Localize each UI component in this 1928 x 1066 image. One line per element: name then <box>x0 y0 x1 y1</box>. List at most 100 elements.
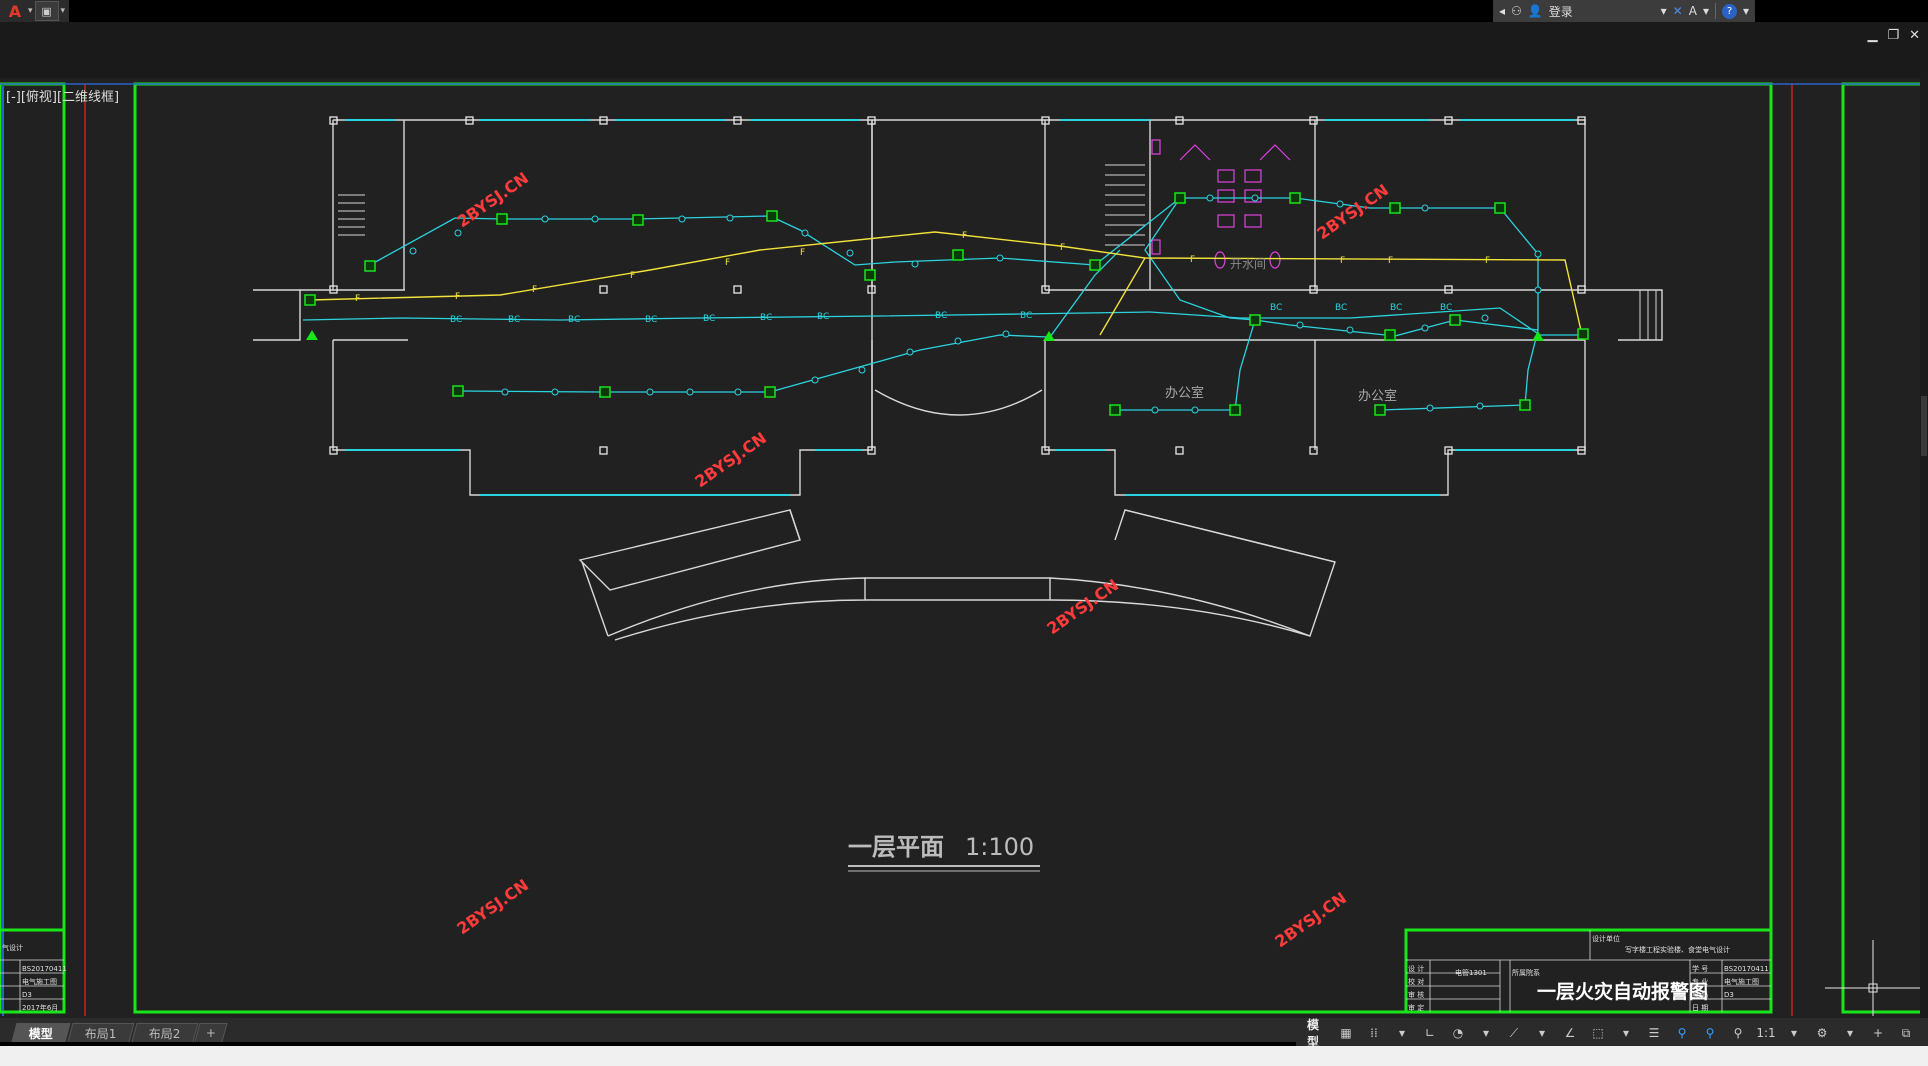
watermark: 2BYSJ.CN <box>453 875 532 938</box>
arrow-left-icon[interactable]: ◂ <box>1499 4 1505 18</box>
model-space-button[interactable]: 模型 <box>1302 1018 1330 1049</box>
login-dropdown-icon[interactable]: ▾ <box>1661 4 1667 18</box>
svg-text:F: F <box>1190 255 1195 265</box>
save-button[interactable]: ▣ <box>34 1 59 21</box>
svg-text:D3: D3 <box>22 991 32 999</box>
annotation-scale-icon[interactable]: ⚲ <box>1726 1023 1750 1043</box>
plus-icon[interactable]: + <box>1866 1023 1890 1043</box>
ortho-icon[interactable]: ∟ <box>1418 1023 1442 1043</box>
auto-scale-icon[interactable]: ⚲ <box>1698 1023 1722 1043</box>
tab-layout2[interactable]: 布局2 <box>131 1023 198 1042</box>
binoculars-icon[interactable]: ⚇ <box>1511 4 1522 18</box>
tab-layout1[interactable]: 布局1 <box>67 1023 135 1042</box>
svg-text:F: F <box>1060 243 1065 253</box>
vertical-scrollbar[interactable] <box>1920 78 1928 1018</box>
chevron-down-icon[interactable]: ▾ <box>28 6 33 16</box>
svg-text:BC: BC <box>1440 303 1452 313</box>
svg-text:F: F <box>1388 256 1393 266</box>
drawing-title: 一层火灾自动报警图 <box>1537 980 1708 1003</box>
drawing-window-controls: ▁ ❐ ✕ <box>1867 28 1928 43</box>
title-block-right: 设计单位 写字楼工程实验楼、食堂电气设计 设 计 校 对 审 核 审 定 电管1… <box>1404 928 1773 1014</box>
floor-plan-drawing[interactable]: F F F F F F F F F F F F BC BC BC BC BC B… <box>0 78 1928 1018</box>
right-sheet-frame <box>1841 82 1927 1014</box>
svg-text:BC: BC <box>760 313 772 323</box>
svg-text:BC: BC <box>935 311 947 321</box>
chevron-down-icon[interactable]: ▾ <box>1782 1023 1806 1043</box>
watermark: 2BYSJ.CN <box>1043 575 1122 638</box>
tb-school: 所属院系 <box>1512 968 1540 977</box>
svg-text:电气施工图: 电气施工图 <box>22 977 57 986</box>
svg-text:日 期: 日 期 <box>1692 1004 1708 1012</box>
application-menu-button[interactable]: A <box>4 1 26 21</box>
bc-labels: BC BC BC BC BC BC BC BC BC BC BC BC BC <box>450 303 1452 325</box>
snap-icon[interactable]: ⁞⁞ <box>1362 1023 1386 1043</box>
svg-text:BC: BC <box>1335 303 1347 313</box>
separator <box>1714 3 1716 19</box>
add-layout-button[interactable]: + <box>194 1023 228 1042</box>
drawing-canvas[interactable]: F F F F F F F F F F F F BC BC BC BC BC B… <box>0 78 1928 1018</box>
workspace-gear-icon[interactable]: ⚙ <box>1810 1023 1834 1043</box>
autodesk-a360-icon[interactable]: A <box>1689 4 1697 18</box>
status-bar: 模型 ▦ ⁞⁞ ▾ ∟ ◔ ▾ ⟋ ▾ ∠ ⬚ ▾ ☰ ⚲ ⚲ ⚲ 1:1 ▾ … <box>1296 1018 1928 1049</box>
object-snap-icon[interactable]: ⬚ <box>1586 1023 1610 1043</box>
svg-text:F: F <box>532 285 537 295</box>
quick-access-dropdown[interactable]: ▾ <box>61 6 66 16</box>
tb-project-name: 写字楼工程实验楼、食堂电气设计 <box>1625 945 1730 954</box>
chevron-down-icon[interactable]: ▾ <box>1530 1023 1554 1043</box>
ribbon-area <box>0 22 1928 78</box>
chevron-down-icon[interactable]: ▾ <box>1474 1023 1498 1043</box>
exchange-apps-icon[interactable]: ✕ <box>1673 4 1683 18</box>
tab-model[interactable]: 模型 <box>11 1023 71 1042</box>
svg-text:F: F <box>1340 256 1345 266</box>
help-icon[interactable]: ? <box>1721 3 1737 19</box>
command-line-area[interactable] <box>0 1046 1928 1066</box>
svg-text:BS20170411: BS20170411 <box>1724 965 1769 973</box>
login-button[interactable]: 登录 <box>1549 3 1573 20</box>
chevron-down-icon[interactable]: ▾ <box>1614 1023 1638 1043</box>
scrollbar-thumb[interactable] <box>1921 396 1927 456</box>
svg-text:BC: BC <box>1390 303 1402 313</box>
viewport-controls-label[interactable]: [-][俯视][二维线框] <box>6 86 119 105</box>
watermark: 2BYSJ.CN <box>1271 888 1350 951</box>
a360-dropdown-icon[interactable]: ▾ <box>1703 4 1709 18</box>
svg-text:BC: BC <box>508 315 520 325</box>
help-dropdown-icon[interactable]: ▾ <box>1743 4 1749 18</box>
isolate-objects-icon[interactable]: ◉ <box>1922 1023 1928 1043</box>
main-sheet-frame <box>133 82 1773 1014</box>
svg-text:BC: BC <box>703 314 715 324</box>
tb-class: 电管1301 <box>1455 968 1487 977</box>
autocad-logo-icon: A <box>8 1 22 21</box>
svg-text:F: F <box>455 292 460 302</box>
svg-text:D3: D3 <box>1724 991 1734 999</box>
restore-icon[interactable]: ❐ <box>1887 28 1899 43</box>
svg-text:F: F <box>1485 256 1490 266</box>
title-block-left: 气设计 BS20170411 电气施工图 D3 2017年6月 <box>0 928 67 1012</box>
polar-icon[interactable]: ◔ <box>1446 1023 1470 1043</box>
minimize-icon[interactable]: ▁ <box>1867 28 1877 43</box>
building-walls <box>253 119 1663 641</box>
object-snap-tracking-icon[interactable]: ∠ <box>1558 1023 1582 1043</box>
isodraft-icon[interactable]: ⟋ <box>1502 1023 1526 1043</box>
module-points <box>409 194 1542 414</box>
svg-text:审 定: 审 定 <box>1408 1003 1424 1012</box>
svg-text:校 对: 校 对 <box>1408 977 1424 986</box>
grid-icon[interactable]: ▦ <box>1334 1023 1358 1043</box>
annotation-scale-value[interactable]: 1:1 <box>1754 1023 1778 1043</box>
svg-text:学 号: 学 号 <box>1692 964 1708 973</box>
units-icon[interactable]: ⧉ <box>1894 1023 1918 1043</box>
chevron-down-icon[interactable]: ▾ <box>1838 1023 1862 1043</box>
svg-text:F: F <box>630 271 635 281</box>
lineweight-icon[interactable]: ☰ <box>1642 1023 1666 1043</box>
chevron-down-icon[interactable]: ▾ <box>1390 1023 1414 1043</box>
svg-text:BC: BC <box>645 315 657 325</box>
close-icon[interactable]: ✕ <box>1909 28 1920 43</box>
infocenter-bar: ◂ ⚇ 👤 登录 ▾ ✕ A ▾ ? ▾ <box>1493 0 1755 22</box>
svg-text:BC: BC <box>1270 303 1282 313</box>
plan-title: 一层平面 <box>848 833 944 861</box>
svg-text:2017年6月: 2017年6月 <box>22 1003 58 1012</box>
svg-text:气设计: 气设计 <box>2 943 23 952</box>
tb-design-label: 设计单位 <box>1592 934 1620 943</box>
room-label-office-1: 办公室 <box>1165 385 1204 401</box>
annotation-visibility-icon[interactable]: ⚲ <box>1670 1023 1694 1043</box>
svg-text:BC: BC <box>1020 311 1032 321</box>
